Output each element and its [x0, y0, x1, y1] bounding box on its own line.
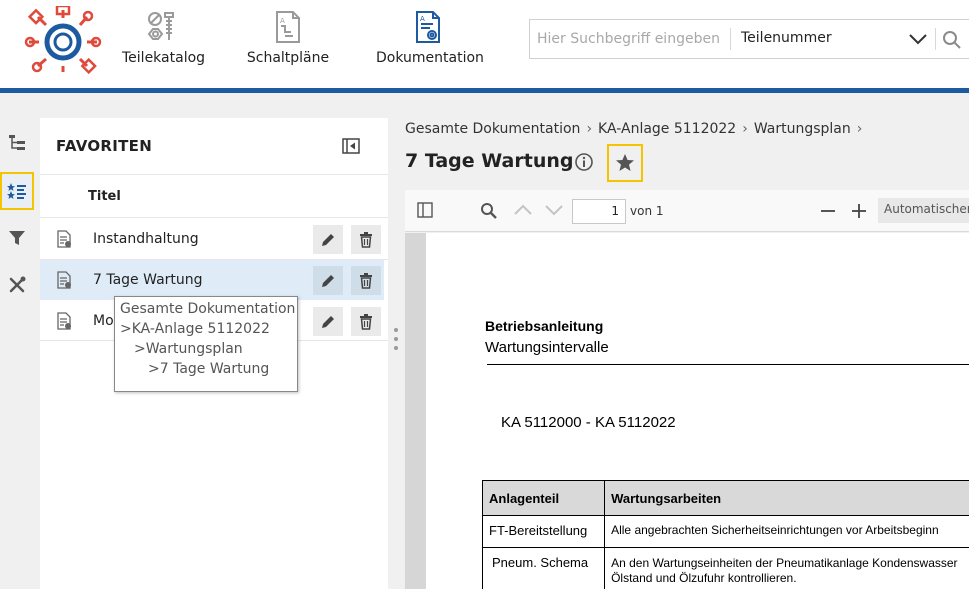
column-header-title[interactable]: Titel — [88, 189, 121, 204]
table-cell: Alle angebrachten Sicherheitseinrichtung… — [604, 515, 969, 548]
schematic-icon: A — [276, 11, 300, 43]
panel-title: FAVORITEN — [56, 137, 153, 155]
nav-schaltplaene[interactable]: A Schaltpläne — [245, 10, 331, 66]
favorite-name: 7 Tage Wartung — [93, 272, 203, 288]
info-icon[interactable] — [574, 152, 594, 172]
breadcrumb-separator: › — [856, 121, 863, 137]
edit-button[interactable] — [313, 225, 343, 254]
left-rail — [0, 118, 40, 589]
zoom-out-icon[interactable] — [820, 203, 836, 219]
collapse-panel-icon[interactable] — [342, 138, 360, 154]
pdf-toolbar: 1 von 1 Automatischer Zoom — [405, 190, 969, 232]
page-count-label: von 1 — [630, 204, 664, 218]
nav-label: Dokumentation — [376, 50, 484, 66]
tooltip-line: >KA-Anlage 5112022 — [120, 321, 270, 337]
table-header-cell: Anlagenteil — [481, 480, 606, 516]
divider — [40, 217, 388, 218]
tree-structure-icon — [9, 135, 25, 150]
breadcrumb-item[interactable]: Gesamte Dokumentation — [405, 121, 580, 137]
rail-filter-button[interactable] — [0, 219, 34, 257]
zoom-in-icon[interactable] — [851, 203, 867, 219]
maintenance-table: Anlagenteil Wartungsarbeiten FT-Bereitst… — [481, 480, 969, 589]
find-search-icon[interactable] — [480, 202, 498, 220]
rail-tools-button[interactable] — [0, 266, 34, 304]
favorite-toggle-button[interactable] — [607, 144, 643, 182]
breadcrumb-item[interactable]: KA-Anlage 5112022 — [598, 121, 736, 137]
rail-favorites-button[interactable] — [0, 172, 34, 210]
search-input[interactable] — [530, 20, 730, 58]
breadcrumb-separator: › — [742, 121, 748, 137]
breadcrumb-separator: › — [586, 121, 593, 137]
nav-label: Schaltpläne — [246, 50, 330, 66]
table-cell: Pneum. Schema — [481, 547, 606, 589]
divider — [40, 174, 388, 175]
favorite-path-tooltip: Gesamte Dokumentation >KA-Anlage 5112022… — [114, 296, 298, 392]
table-cell-line: Ölstand und Ölzufuhr kontrollieren. — [611, 571, 797, 585]
trash-icon — [360, 272, 372, 289]
edit-button[interactable] — [313, 307, 343, 336]
delete-button[interactable] — [351, 266, 381, 295]
pencil-icon — [322, 233, 334, 246]
tools-icon — [9, 276, 26, 293]
chevron-down-icon[interactable] — [908, 32, 928, 46]
search-icon[interactable] — [942, 30, 962, 50]
svg-text:A: A — [420, 15, 425, 23]
favorite-row-selected[interactable]: 7 Tage Wartung — [40, 260, 384, 300]
pdf-viewer-area[interactable]: Betriebsanleitung Wartungsintervalle KA … — [405, 233, 969, 589]
divider — [730, 28, 731, 50]
pdf-model-range: KA 5112000 - KA 5112022 — [501, 414, 676, 431]
sidebar-toggle-icon[interactable] — [417, 202, 433, 218]
delete-button[interactable] — [351, 307, 381, 336]
breadcrumb: Gesamte Dokumentation › KA-Anlage 5112022 ›… — [405, 121, 868, 137]
document-icon — [57, 230, 71, 248]
edit-button[interactable] — [313, 266, 343, 295]
favorite-row[interactable]: Instandhaltung — [40, 219, 384, 259]
parts-catalog-icon — [147, 12, 174, 40]
table-cell: An den Wartungseinheiten der Pneumatikan… — [604, 547, 969, 589]
table-header-cell: Wartungsarbeiten — [604, 480, 969, 516]
documentation-icon: A — [416, 11, 440, 43]
pdf-rule — [487, 364, 969, 365]
document-title: 7 Tage Wartung — [405, 150, 574, 172]
panel-resize-handle[interactable] — [394, 328, 400, 358]
search-type-select[interactable]: Teilenummer — [741, 30, 832, 46]
table-header-row: Anlagenteil Wartungsarbeiten — [481, 480, 969, 516]
tooltip-line: Gesamte Dokumentation — [120, 301, 296, 317]
table-cell: FT-Bereitstellung — [481, 515, 606, 548]
logo-gear-icon[interactable] — [24, 6, 102, 74]
filter-icon — [9, 231, 25, 245]
pdf-page: Betriebsanleitung Wartungsintervalle KA … — [426, 233, 969, 589]
zoom-select[interactable]: Automatischer Zoom — [878, 198, 969, 223]
table-cell-line: An den Wartungseinheiten der Pneumatikan… — [611, 556, 958, 570]
table-row: FT-Bereitstellung Alle angebrachten Sich… — [481, 515, 969, 548]
favorite-name: Mo — [93, 313, 114, 329]
favorites-list-icon — [7, 183, 26, 199]
nav-teilekatalog[interactable]: Teilekatalog — [122, 10, 206, 66]
tooltip-line: >Wartungsplan — [134, 341, 243, 357]
divider — [935, 28, 936, 50]
pencil-icon — [322, 315, 334, 328]
nav-dokumentation[interactable]: A Dokumentation — [376, 10, 484, 66]
delete-button[interactable] — [351, 225, 381, 254]
document-icon — [57, 271, 71, 289]
trash-icon — [360, 231, 372, 248]
pdf-subheading: Wartungsintervalle — [485, 339, 609, 356]
breadcrumb-item[interactable]: Wartungsplan — [754, 121, 851, 137]
rail-structure-button[interactable] — [0, 124, 34, 162]
pdf-heading: Betriebsanleitung — [485, 318, 604, 334]
search-bar: Teilenummer — [529, 19, 969, 59]
svg-text:A: A — [280, 17, 285, 25]
top-bar: Teilekatalog A Schaltpläne A Dokumentati… — [0, 0, 969, 88]
star-icon — [616, 154, 634, 171]
table-row: Pneum. Schema An den Wartungseinheiten d… — [481, 547, 969, 589]
trash-icon — [360, 313, 372, 330]
previous-page-icon[interactable] — [513, 202, 533, 218]
document-icon — [57, 312, 71, 330]
next-page-icon[interactable] — [544, 202, 564, 218]
nav-label: Teilekatalog — [122, 50, 206, 66]
page-number-input[interactable]: 1 — [572, 199, 626, 224]
pencil-icon — [322, 274, 334, 287]
favorite-name: Instandhaltung — [93, 231, 199, 247]
tooltip-line: >7 Tage Wartung — [148, 361, 270, 377]
